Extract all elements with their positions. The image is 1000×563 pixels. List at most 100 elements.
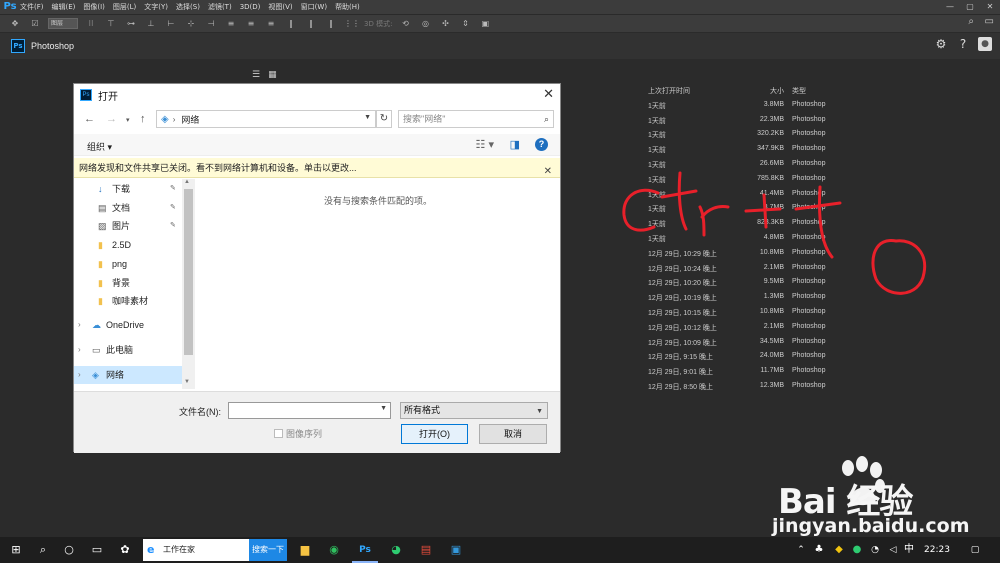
- menu-view[interactable]: 视图(V): [268, 2, 292, 12]
- distribute-middle-icon[interactable]: ≡: [244, 19, 258, 29]
- tree-item[interactable]: ↓ 下载 ✎: [74, 180, 182, 198]
- table-row[interactable]: 1天前 22.3MB Photoshop: [648, 116, 848, 131]
- winrar-icon[interactable]: ▤: [414, 537, 438, 563]
- format-select[interactable]: 所有格式 ▼: [400, 402, 548, 419]
- chevron-down-icon[interactable]: ▼: [380, 405, 387, 412]
- transform-controls-icon[interactable]: ⁝⁝: [84, 19, 98, 29]
- volume-icon[interactable]: ◁: [886, 537, 900, 563]
- search-input[interactable]: 搜索"网络" ⌕: [398, 110, 554, 128]
- search-icon[interactable]: ⌕: [34, 537, 52, 563]
- menu-3d[interactable]: 3D(D): [240, 3, 261, 11]
- up-arrow-icon[interactable]: ↑: [140, 113, 146, 125]
- tree-item[interactable]: ▮ png: [74, 255, 182, 273]
- taskbar-search-button[interactable]: 搜索一下: [249, 539, 287, 561]
- image-sequence-checkbox[interactable]: 图像序列: [274, 427, 322, 440]
- help-icon[interactable]: ?: [956, 37, 970, 51]
- windows-start-icon[interactable]: ⊞: [8, 537, 24, 563]
- tree-item[interactable]: ▤ 文档 ✎: [74, 199, 182, 217]
- 3d-rotate-icon[interactable]: ⟲: [398, 19, 412, 29]
- open-button[interactable]: 打开(O): [401, 424, 468, 444]
- 3d-scale-icon[interactable]: ▣: [478, 19, 492, 29]
- tree-root-item[interactable]: › ▭ 此电脑: [74, 341, 182, 359]
- cancel-button[interactable]: 取消: [479, 424, 547, 444]
- tree-item[interactable]: ▨ 图片 ✎: [74, 217, 182, 235]
- tree-item[interactable]: ▮ 2.5D: [74, 236, 182, 254]
- distribute-bottom-icon[interactable]: ≡: [264, 19, 278, 29]
- header-size[interactable]: 大小: [770, 86, 784, 96]
- search-icon[interactable]: ⌕: [968, 16, 974, 27]
- list-view-icon[interactable]: ☰: [252, 70, 260, 80]
- view-options-icon[interactable]: ☷ ▾: [476, 138, 494, 151]
- wps-icon[interactable]: ▣: [444, 537, 468, 563]
- recent-locations-icon[interactable]: ▾: [126, 116, 130, 124]
- expand-chevron-icon[interactable]: ›: [78, 341, 81, 359]
- distribute-right-icon[interactable]: ‖: [324, 19, 338, 29]
- tree-root-item[interactable]: › ☁ OneDrive: [74, 316, 182, 334]
- menu-select[interactable]: 选择(S): [176, 2, 200, 12]
- pinwheel-app-icon[interactable]: ✿: [116, 537, 134, 563]
- menu-edit[interactable]: 编辑(E): [52, 2, 76, 12]
- wifi-icon[interactable]: ◔: [868, 537, 882, 563]
- network-info-bar[interactable]: 网络发现和文件共享已关闭。看不到网络计算机和设备。单击以更改... ✕: [74, 158, 560, 178]
- refresh-button[interactable]: ↻: [376, 110, 392, 128]
- table-row[interactable]: 12月 29日, 8:50 晚上 12.3MB Photoshop: [648, 382, 848, 397]
- back-arrow-icon[interactable]: ←: [84, 113, 95, 125]
- tree-root-item[interactable]: › ◈ 网络: [74, 366, 182, 384]
- qq-tray-icon[interactable]: ♣: [812, 537, 826, 563]
- table-row[interactable]: 12月 29日, 10:12 晚上 2.1MB Photoshop: [648, 323, 848, 338]
- scrollbar-thumb[interactable]: [184, 189, 193, 355]
- align-middle-icon[interactable]: ⊶: [124, 19, 138, 29]
- organize-button[interactable]: 组织 ▾: [87, 140, 112, 153]
- align-center-icon[interactable]: ⊹: [184, 19, 198, 29]
- chevron-down-icon[interactable]: ▼: [536, 404, 543, 419]
- avatar[interactable]: ●: [978, 37, 992, 51]
- auto-select-checkbox[interactable]: ☑: [28, 19, 42, 29]
- green-app-icon[interactable]: ◕: [384, 537, 408, 563]
- chevron-right-icon[interactable]: ›: [173, 115, 176, 124]
- gear-icon[interactable]: ⚙: [934, 37, 948, 51]
- table-row[interactable]: 1天前 347.9KB Photoshop: [648, 145, 848, 160]
- grid-view-icon[interactable]: ▦: [268, 70, 277, 80]
- menu-image[interactable]: 图像(I): [83, 2, 105, 12]
- menu-file[interactable]: 文件(F): [20, 2, 44, 12]
- security-tray-icon[interactable]: ◆: [832, 537, 846, 563]
- close-button[interactable]: ✕: [980, 0, 1000, 14]
- file-explorer-icon[interactable]: ▆: [294, 537, 316, 563]
- table-row[interactable]: 12月 29日, 9:15 晚上 24.0MB Photoshop: [648, 352, 848, 367]
- table-row[interactable]: 12月 29日, 10:15 晚上 10.8MB Photoshop: [648, 308, 848, 323]
- chevron-down-icon[interactable]: ▼: [364, 114, 371, 121]
- align-right-icon[interactable]: ⊣: [204, 19, 218, 29]
- wechat-tray-icon[interactable]: ●: [850, 537, 864, 563]
- auto-align-icon[interactable]: ⋮⋮: [344, 19, 360, 29]
- 360-browser-icon[interactable]: ◉: [322, 537, 346, 563]
- 3d-roll-icon[interactable]: ◎: [418, 19, 432, 29]
- menu-filter[interactable]: 滤镜(T): [208, 2, 232, 12]
- help-icon[interactable]: ?: [535, 138, 548, 151]
- table-row[interactable]: 1天前 3.8MB Photoshop: [648, 101, 848, 116]
- workspace-icon[interactable]: ▭: [985, 16, 994, 27]
- notification-icon[interactable]: ▢: [968, 537, 982, 563]
- taskbar-search-box[interactable]: e 工作在家: [143, 539, 249, 561]
- tray-chevron-up-icon[interactable]: ⌃: [794, 537, 808, 563]
- maximize-button[interactable]: ▢: [960, 0, 980, 14]
- ime-indicator[interactable]: 中: [904, 537, 914, 563]
- info-close-icon[interactable]: ✕: [544, 162, 552, 182]
- table-row[interactable]: 12月 29日, 9:01 晚上 11.7MB Photoshop: [648, 367, 848, 382]
- distribute-top-icon[interactable]: ≡: [224, 19, 238, 29]
- align-top-icon[interactable]: ⊤: [104, 19, 118, 29]
- filename-field[interactable]: ▼: [228, 402, 391, 419]
- cortana-icon[interactable]: ○: [60, 537, 78, 563]
- align-left-icon[interactable]: ⊢: [164, 19, 178, 29]
- scroll-down-icon[interactable]: ▼: [184, 379, 190, 385]
- clock[interactable]: 22:23: [924, 537, 950, 563]
- move-tool-icon[interactable]: ✥: [8, 19, 22, 29]
- forward-arrow-icon[interactable]: →: [106, 113, 117, 125]
- minimize-button[interactable]: —: [940, 0, 960, 14]
- header-type[interactable]: 类型: [792, 86, 806, 96]
- menu-layer[interactable]: 图层(L): [113, 2, 136, 12]
- expand-chevron-icon[interactable]: ›: [78, 366, 81, 384]
- 3d-slide-icon[interactable]: ⇕: [458, 19, 472, 29]
- dialog-close-icon[interactable]: ✕: [543, 86, 554, 102]
- checkbox-box[interactable]: [274, 429, 283, 438]
- table-row[interactable]: 12月 29日, 10:09 晚上 34.5MB Photoshop: [648, 338, 848, 353]
